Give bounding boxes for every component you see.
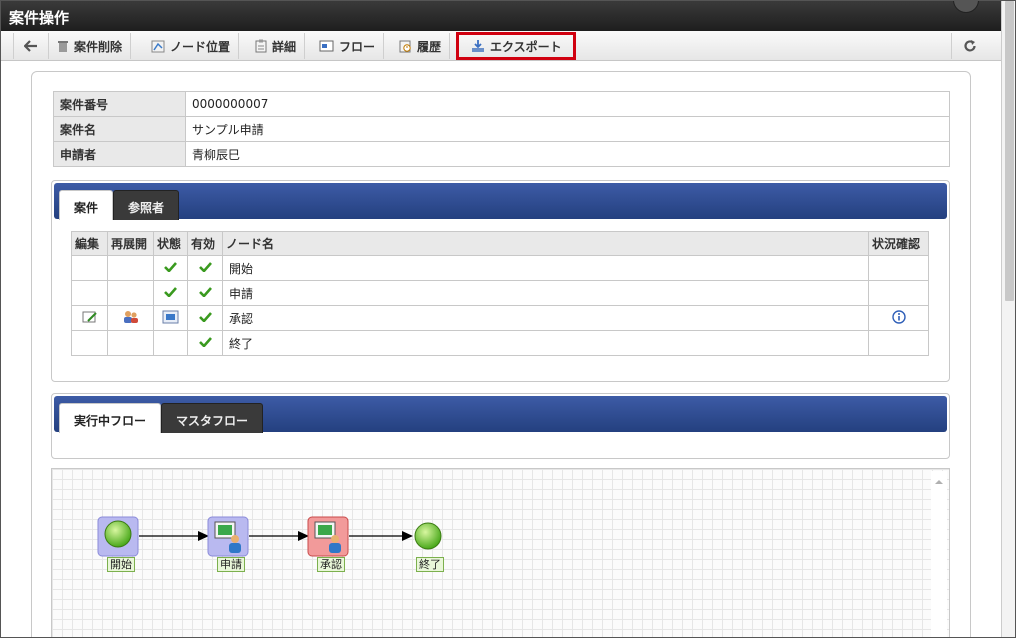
- info-row-case-name: 案件名 サンプル申請: [53, 116, 950, 142]
- header-reexpand: 再展開: [107, 231, 154, 256]
- node-name-cell: 申請: [222, 280, 869, 306]
- flow-arrow: [349, 531, 413, 541]
- flow-icon: [319, 40, 334, 52]
- header-edit: 編集: [71, 231, 108, 256]
- export-button[interactable]: エクスポート: [456, 32, 576, 60]
- flow-diagram: [97, 516, 442, 557]
- case-info-table: 案件番号 0000000007 案件名 サンプル申請 申請者 青柳辰巳: [53, 91, 950, 167]
- refresh-icon: [963, 40, 976, 52]
- table-row: 開始: [71, 255, 929, 281]
- export-label: エクスポート: [490, 39, 562, 54]
- node-position-label: ノード位置: [170, 39, 231, 54]
- flow-panel: 実行中フロー マスタフロー: [51, 393, 950, 459]
- applicant-value: 青柳辰巳: [185, 141, 950, 167]
- info-row-case-number: 案件番号 0000000007: [53, 91, 950, 117]
- canvas-scrollbar[interactable]: [931, 471, 947, 637]
- end-node-label: 終了: [416, 557, 444, 572]
- delete-case-label: 案件削除: [74, 39, 123, 54]
- check-icon: [164, 287, 177, 297]
- header-node-name: ノード名: [222, 231, 869, 256]
- page-scrollbar-thumb[interactable]: [1005, 1, 1014, 301]
- scroll-up-icon[interactable]: [931, 475, 947, 489]
- title-bar: 案件操作: [1, 1, 1001, 31]
- info-icon[interactable]: [891, 309, 906, 324]
- node-position-button[interactable]: ノード位置: [143, 33, 240, 59]
- check-icon: [198, 287, 212, 297]
- window-title: 案件操作: [9, 9, 70, 27]
- header-valid: 有効: [187, 231, 223, 256]
- header-status-check: 状況確認: [868, 231, 929, 256]
- node-name-cell: 終了: [222, 330, 869, 356]
- flow-arrow: [139, 531, 209, 541]
- flow-button[interactable]: フロー: [311, 33, 385, 59]
- case-name-label: 案件名: [53, 116, 186, 142]
- node-position-icon: [151, 40, 165, 52]
- history-button[interactable]: 履歴: [391, 33, 451, 59]
- flow-arrow: [249, 531, 309, 541]
- edit-icon[interactable]: [82, 310, 98, 324]
- page-scrollbar[interactable]: [1001, 1, 1015, 637]
- tab-viewers[interactable]: 参照者: [113, 190, 180, 220]
- download-icon: [472, 40, 484, 52]
- check-icon: [198, 262, 212, 272]
- node-table: 編集 再展開 状態 有効 ノード名 状況確認 開始 申請 承認 終了: [71, 231, 929, 356]
- tab-running-flow[interactable]: 実行中フロー: [59, 403, 162, 433]
- header-status: 状態: [153, 231, 188, 256]
- table-row: 承認: [71, 305, 929, 331]
- arrow-left-icon: [24, 40, 37, 52]
- case-number-value: 0000000007: [185, 91, 950, 117]
- toolbar: 案件削除 ノード位置 詳細 フロー 履歴 エクスポート: [1, 31, 1001, 61]
- approve-node-label: 承認: [317, 557, 345, 572]
- clipboard-icon: [255, 39, 267, 53]
- start-node-label: 開始: [107, 557, 135, 572]
- case-name-value: サンプル申請: [185, 116, 950, 142]
- flow-canvas[interactable]: 開始 申請 承認 終了: [51, 468, 950, 637]
- end-node[interactable]: [414, 522, 442, 550]
- check-icon: [198, 337, 212, 347]
- flow-tab-bar: 実行中フロー マスタフロー: [54, 396, 947, 433]
- apply-node-label: 申請: [217, 557, 245, 572]
- approve-node[interactable]: [307, 516, 349, 557]
- status-display-icon[interactable]: [162, 310, 179, 324]
- apply-node[interactable]: [207, 516, 249, 557]
- refresh-button[interactable]: [951, 33, 987, 59]
- history-label: 履歴: [417, 39, 442, 54]
- node-name-cell: 承認: [222, 305, 869, 331]
- history-icon: [399, 40, 411, 53]
- trash-icon: [58, 40, 68, 52]
- check-icon: [198, 312, 212, 322]
- case-number-label: 案件番号: [53, 91, 186, 117]
- reexpand-users-icon[interactable]: [122, 310, 140, 324]
- flow-label: フロー: [339, 39, 376, 54]
- node-name-cell: 開始: [222, 255, 869, 281]
- detail-label: 詳細: [272, 39, 297, 54]
- case-tab-bar: 案件 参照者: [54, 183, 947, 220]
- tab-case[interactable]: 案件: [59, 190, 114, 220]
- table-row: 終了: [71, 330, 929, 356]
- app-window: 案件操作 案件削除 ノード位置 詳細 フロー 履歴 エクスポート 案件番号 00…: [0, 0, 1016, 638]
- node-table-header: 編集 再展開 状態 有効 ノード名 状況確認: [71, 231, 929, 256]
- applicant-label: 申請者: [53, 141, 186, 167]
- start-node[interactable]: [97, 516, 139, 557]
- detail-button[interactable]: 詳細: [247, 33, 306, 59]
- table-row: 申請: [71, 280, 929, 306]
- delete-case-button[interactable]: 案件削除: [49, 33, 132, 59]
- check-icon: [164, 262, 177, 272]
- tab-master-flow[interactable]: マスタフロー: [161, 403, 264, 433]
- info-row-applicant: 申請者 青柳辰巳: [53, 141, 950, 167]
- user-avatar[interactable]: [953, 1, 979, 13]
- back-button[interactable]: [13, 33, 49, 59]
